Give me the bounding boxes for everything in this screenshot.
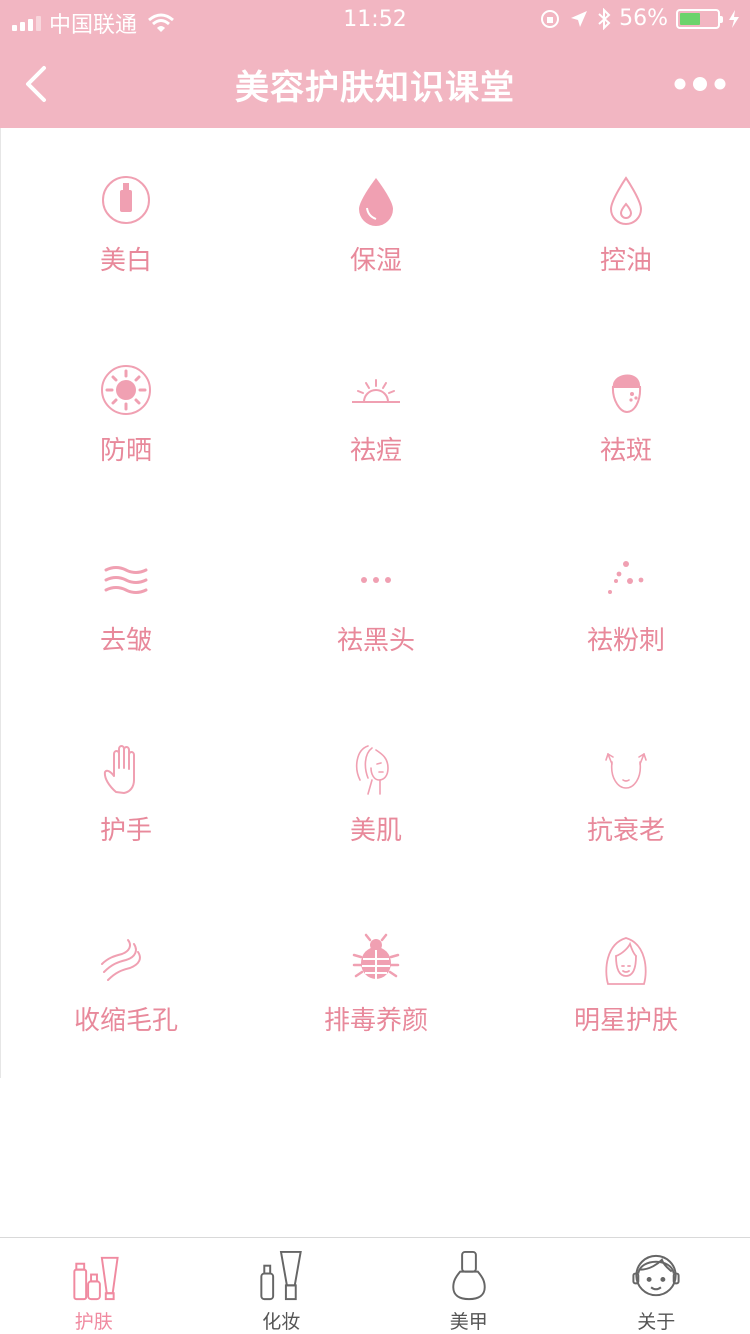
battery-percent: 56%	[619, 6, 668, 31]
category-label: 保湿	[349, 246, 402, 276]
rotation-lock-icon	[541, 9, 560, 28]
category-label: 祛黑头	[336, 626, 415, 656]
tab-skincare[interactable]: 护肤	[0, 1238, 188, 1334]
category-detox[interactable]: 排毒养颜	[251, 930, 501, 1120]
tab-about[interactable]: 关于	[563, 1238, 750, 1334]
category-pimples[interactable]: 祛粉刺	[501, 550, 750, 740]
tab-label: 美甲	[449, 1311, 488, 1333]
bug-icon	[352, 933, 400, 979]
whitening-bottle-icon	[102, 176, 150, 224]
tab-bar: 护肤 化妆 美甲 关于	[0, 1237, 750, 1334]
category-wrinkles[interactable]: 去皱	[1, 550, 251, 740]
category-label: 祛粉刺	[586, 626, 665, 656]
dots-icon	[361, 577, 391, 583]
scattered-dots-icon	[608, 561, 644, 594]
woman-portrait-icon	[605, 937, 647, 985]
category-celebrity-skincare[interactable]: 明星护肤	[501, 930, 750, 1120]
page-title: 美容护肤知识课堂	[235, 68, 515, 108]
woman-face-icon	[355, 745, 389, 795]
tab-makeup[interactable]: 化妆	[188, 1238, 376, 1334]
category-acne[interactable]: 祛痘	[251, 360, 501, 550]
category-label: 美白	[99, 246, 152, 276]
category-label: 防晒	[99, 436, 152, 466]
nail-polish-icon	[452, 1250, 486, 1301]
category-skin-beauty[interactable]: 美肌	[251, 740, 501, 930]
category-spots[interactable]: 祛斑	[501, 360, 750, 550]
tab-label: 关于	[637, 1311, 676, 1333]
waves-icon	[104, 566, 148, 594]
category-label: 排毒养颜	[323, 1006, 428, 1036]
category-label: 明星护肤	[573, 1006, 678, 1036]
category-label: 收缩毛孔	[73, 1006, 178, 1036]
category-blackheads[interactable]: 祛黑头	[251, 550, 501, 740]
category-label: 祛痘	[349, 436, 402, 466]
bluetooth-icon	[598, 7, 611, 30]
category-moisturizing[interactable]: 保湿	[251, 170, 501, 360]
sun-icon	[101, 365, 151, 415]
category-hand-care[interactable]: 护手	[1, 740, 251, 930]
pores-icon	[101, 939, 141, 981]
location-icon	[571, 10, 588, 27]
category-label: 祛斑	[599, 436, 652, 466]
face-spots-icon	[611, 374, 642, 414]
makeup-tube-icon	[260, 1250, 303, 1301]
category-label: 护手	[99, 816, 152, 846]
status-bar: 中国联通 11:52 56%	[0, 0, 750, 40]
category-label: 美肌	[349, 816, 402, 846]
tab-label: 护肤	[74, 1311, 113, 1333]
skincare-bottles-icon	[73, 1256, 119, 1301]
category-sunscreen[interactable]: 防晒	[1, 360, 251, 550]
water-drop-icon	[359, 178, 393, 226]
category-whitening[interactable]: 美白	[1, 170, 251, 360]
support-person-icon	[632, 1254, 680, 1297]
category-oil-control[interactable]: 控油	[501, 170, 750, 360]
tab-label: 化妆	[262, 1311, 301, 1333]
hand-icon	[103, 745, 135, 794]
category-pores[interactable]: 收缩毛孔	[1, 930, 251, 1120]
nav-bar: 美容护肤知识课堂	[0, 40, 750, 128]
charging-icon	[729, 9, 739, 28]
battery-icon	[676, 8, 723, 29]
category-label: 抗衰老	[586, 816, 665, 846]
face-lift-icon	[605, 753, 647, 789]
more-options-icon[interactable]	[672, 70, 728, 98]
oil-drop-icon	[609, 176, 643, 225]
category-grid-container: 美白 保湿 控油 防晒 祛痘 祛斑 去皱 祛黑头 祛粉刺 护手 美肌 抗衰老 收…	[0, 128, 750, 1078]
category-label: 去皱	[99, 626, 152, 656]
status-right: 56%	[539, 6, 740, 31]
category-label: 控油	[599, 246, 652, 276]
tab-nails[interactable]: 美甲	[375, 1238, 563, 1334]
category-grid: 美白 保湿 控油 防晒 祛痘 祛斑 去皱 祛黑头 祛粉刺 护手 美肌 抗衰老 收…	[1, 128, 750, 1120]
category-anti-aging[interactable]: 抗衰老	[501, 740, 750, 930]
sunrise-icon	[352, 379, 400, 403]
